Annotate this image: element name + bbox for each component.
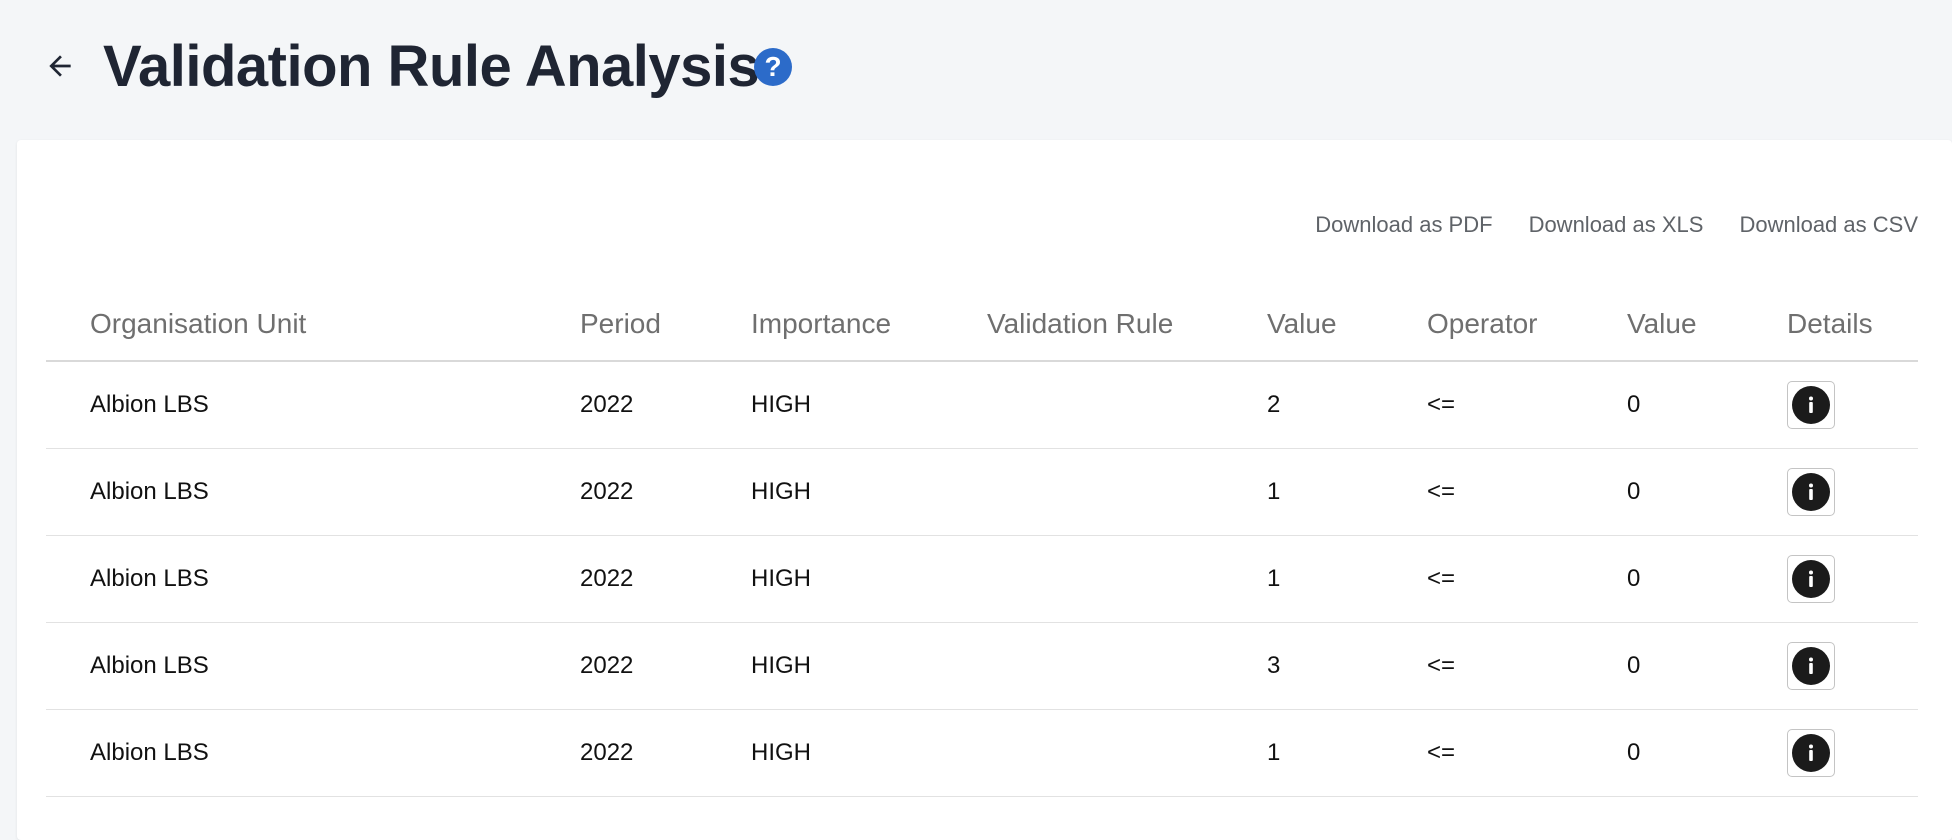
details-button[interactable] (1787, 555, 1835, 603)
details-button[interactable] (1787, 381, 1835, 429)
org-unit-cell: Albion LBS (90, 709, 580, 797)
left-value-cell: 1 (1267, 535, 1427, 623)
column-header-right-value[interactable]: Value (1627, 288, 1787, 362)
info-icon (1792, 560, 1830, 598)
table-row: Albion LBS 2022 HIGH 1 <= 0 (46, 709, 1918, 797)
period-cell: 2022 (580, 622, 751, 710)
download-csv-link[interactable]: Download as CSV (1739, 212, 1918, 238)
left-value-cell: 3 (1267, 622, 1427, 710)
validation-rule-cell (987, 361, 1267, 449)
left-value-cell: 1 (1267, 448, 1427, 536)
table-row: Albion LBS 2022 HIGH 1 <= 0 (46, 448, 1918, 536)
importance-cell: HIGH (751, 535, 987, 623)
validation-rule-cell (987, 535, 1267, 623)
details-button[interactable] (1787, 642, 1835, 690)
download-pdf-link[interactable]: Download as PDF (1315, 212, 1492, 238)
back-button[interactable] (38, 44, 82, 88)
period-cell: 2022 (580, 535, 751, 623)
page-header: Validation Rule Analysis ? (0, 0, 1952, 140)
results-card: Download as PDF Download as XLS Download… (17, 140, 1952, 840)
importance-cell: HIGH (751, 622, 987, 710)
column-header-left-value[interactable]: Value (1267, 288, 1427, 362)
org-unit-cell: Albion LBS (90, 361, 580, 449)
operator-cell: <= (1427, 709, 1627, 797)
page-title: Validation Rule Analysis (103, 34, 760, 99)
importance-cell: HIGH (751, 361, 987, 449)
period-cell: 2022 (580, 709, 751, 797)
validation-rule-cell (987, 622, 1267, 710)
validation-rule-cell (987, 709, 1267, 797)
table-row: Albion LBS 2022 HIGH 1 <= 0 (46, 535, 1918, 623)
help-button[interactable]: ? (754, 48, 792, 86)
column-header-validation-rule[interactable]: Validation Rule (987, 288, 1267, 362)
download-xls-link[interactable]: Download as XLS (1529, 212, 1704, 238)
arrow-left-icon (49, 55, 71, 77)
right-value-cell: 0 (1627, 448, 1787, 536)
right-value-cell: 0 (1627, 709, 1787, 797)
column-header-operator[interactable]: Operator (1427, 288, 1627, 362)
table-header-row: Organisation Unit Period Importance Vali… (46, 288, 1918, 362)
right-value-cell: 0 (1627, 361, 1787, 449)
right-value-cell: 0 (1627, 535, 1787, 623)
info-icon (1792, 386, 1830, 424)
download-links: Download as PDF Download as XLS Download… (1315, 212, 1918, 238)
info-icon (1792, 647, 1830, 685)
operator-cell: <= (1427, 622, 1627, 710)
table-row: Albion LBS 2022 HIGH 3 <= 0 (46, 622, 1918, 710)
org-unit-cell: Albion LBS (90, 535, 580, 623)
column-header-details: Details (1787, 288, 1918, 362)
org-unit-cell: Albion LBS (90, 448, 580, 536)
column-header-importance[interactable]: Importance (751, 288, 987, 362)
validation-rule-cell (987, 448, 1267, 536)
validation-results-table: Organisation Unit Period Importance Vali… (46, 288, 1918, 797)
right-value-cell: 0 (1627, 622, 1787, 710)
column-header-period[interactable]: Period (580, 288, 751, 362)
table-row: Albion LBS 2022 HIGH 2 <= 0 (46, 361, 1918, 449)
org-unit-cell: Albion LBS (90, 622, 580, 710)
period-cell: 2022 (580, 448, 751, 536)
operator-cell: <= (1427, 535, 1627, 623)
details-button[interactable] (1787, 729, 1835, 777)
operator-cell: <= (1427, 361, 1627, 449)
importance-cell: HIGH (751, 709, 987, 797)
period-cell: 2022 (580, 361, 751, 449)
importance-cell: HIGH (751, 448, 987, 536)
left-value-cell: 1 (1267, 709, 1427, 797)
help-circle-icon: ? (764, 51, 782, 82)
column-header-organisation-unit[interactable]: Organisation Unit (90, 288, 580, 362)
left-value-cell: 2 (1267, 361, 1427, 449)
operator-cell: <= (1427, 448, 1627, 536)
info-icon (1792, 473, 1830, 511)
info-icon (1792, 734, 1830, 772)
details-button[interactable] (1787, 468, 1835, 516)
